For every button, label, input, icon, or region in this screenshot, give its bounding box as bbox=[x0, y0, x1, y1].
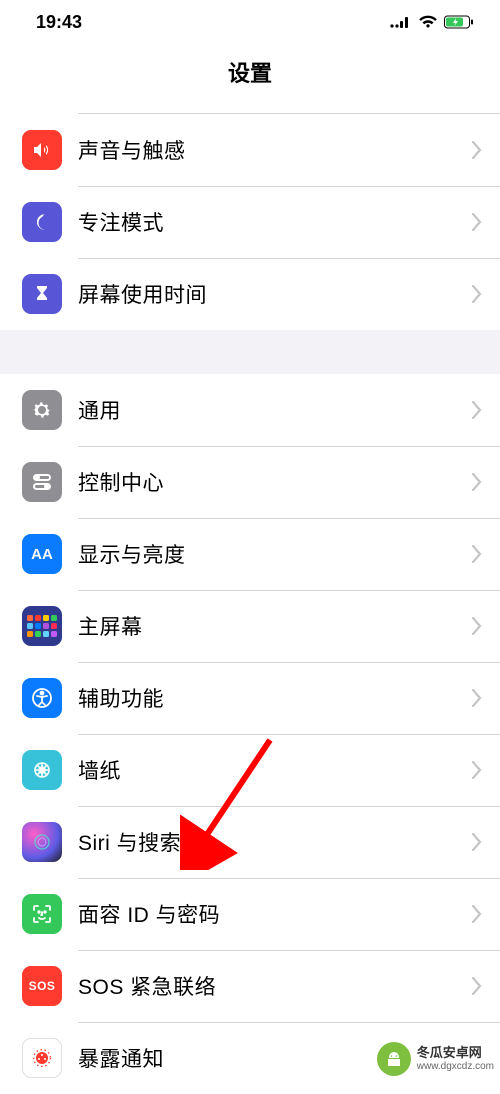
row-label: 屏幕使用时间 bbox=[78, 279, 472, 309]
row-label: 辅助功能 bbox=[78, 683, 472, 713]
row-label: 主屏幕 bbox=[78, 611, 472, 641]
page-title: 设置 bbox=[0, 44, 500, 104]
row-label: 通用 bbox=[78, 395, 472, 425]
home-screen-icon bbox=[22, 606, 62, 646]
sos-icon: SOS bbox=[22, 966, 62, 1006]
chevron-right-icon bbox=[472, 977, 482, 995]
chevron-right-icon bbox=[472, 401, 482, 419]
chevron-right-icon bbox=[472, 761, 482, 779]
row-control-center[interactable]: 控制中心 bbox=[0, 446, 500, 518]
row-focus-mode[interactable]: 专注模式 bbox=[0, 186, 500, 258]
row-display-brightness[interactable]: AA 显示与亮度 bbox=[0, 518, 500, 590]
row-accessibility[interactable]: 辅助功能 bbox=[0, 662, 500, 734]
row-general[interactable]: 通用 bbox=[0, 374, 500, 446]
battery-charging-icon bbox=[444, 15, 474, 29]
watermark-url: www.dgxcdz.com bbox=[417, 1061, 494, 1072]
chevron-right-icon bbox=[472, 689, 482, 707]
row-screen-time[interactable]: 屏幕使用时间 bbox=[0, 258, 500, 330]
chevron-right-icon bbox=[472, 285, 482, 303]
chevron-right-icon bbox=[472, 905, 482, 923]
siri-icon bbox=[22, 822, 62, 862]
row-label: Siri 与搜索 bbox=[78, 827, 472, 857]
signal-icon bbox=[390, 15, 412, 29]
sound-icon bbox=[22, 130, 62, 170]
row-label: 控制中心 bbox=[78, 467, 472, 497]
settings-group-1: 声音与触感 专注模式 屏幕使用时间 bbox=[0, 104, 500, 330]
row-face-id-passcode[interactable]: 面容 ID 与密码 bbox=[0, 878, 500, 950]
wallpaper-icon bbox=[22, 750, 62, 790]
chevron-right-icon bbox=[472, 213, 482, 231]
watermark-title: 冬瓜安卓网 bbox=[417, 1046, 494, 1060]
accessibility-icon bbox=[22, 678, 62, 718]
row-home-screen[interactable]: 主屏幕 bbox=[0, 590, 500, 662]
moon-icon bbox=[22, 202, 62, 242]
status-right bbox=[390, 15, 474, 29]
row-label: 墙纸 bbox=[78, 755, 472, 785]
status-time: 19:43 bbox=[36, 12, 82, 33]
chevron-right-icon bbox=[472, 617, 482, 635]
row-siri-search[interactable]: Siri 与搜索 bbox=[0, 806, 500, 878]
row-sos-emergency[interactable]: SOS SOS 紧急联络 bbox=[0, 950, 500, 1022]
row-label: SOS 紧急联络 bbox=[78, 971, 472, 1001]
watermark: 冬瓜安卓网 www.dgxcdz.com bbox=[377, 1042, 494, 1076]
switches-icon bbox=[22, 462, 62, 502]
chevron-right-icon bbox=[472, 833, 482, 851]
chevron-right-icon bbox=[472, 473, 482, 491]
row-label: 面容 ID 与密码 bbox=[78, 899, 472, 929]
text-size-icon: AA bbox=[22, 534, 62, 574]
chevron-right-icon bbox=[472, 545, 482, 563]
row-sound-haptics[interactable]: 声音与触感 bbox=[0, 114, 500, 186]
row-label: 专注模式 bbox=[78, 207, 472, 237]
status-bar: 19:43 bbox=[0, 0, 500, 44]
partial-previous-row bbox=[78, 104, 500, 114]
settings-group-2: 通用 控制中心 AA 显示与亮度 主屏幕 辅助功能 bbox=[0, 374, 500, 1094]
exposure-icon bbox=[22, 1038, 62, 1078]
chevron-right-icon bbox=[472, 141, 482, 159]
row-wallpaper[interactable]: 墙纸 bbox=[0, 734, 500, 806]
watermark-logo-icon bbox=[377, 1042, 411, 1076]
row-label: 声音与触感 bbox=[78, 135, 472, 165]
gear-icon bbox=[22, 390, 62, 430]
face-id-icon bbox=[22, 894, 62, 934]
wifi-icon bbox=[418, 15, 438, 29]
hourglass-icon bbox=[22, 274, 62, 314]
row-label: 显示与亮度 bbox=[78, 539, 472, 569]
